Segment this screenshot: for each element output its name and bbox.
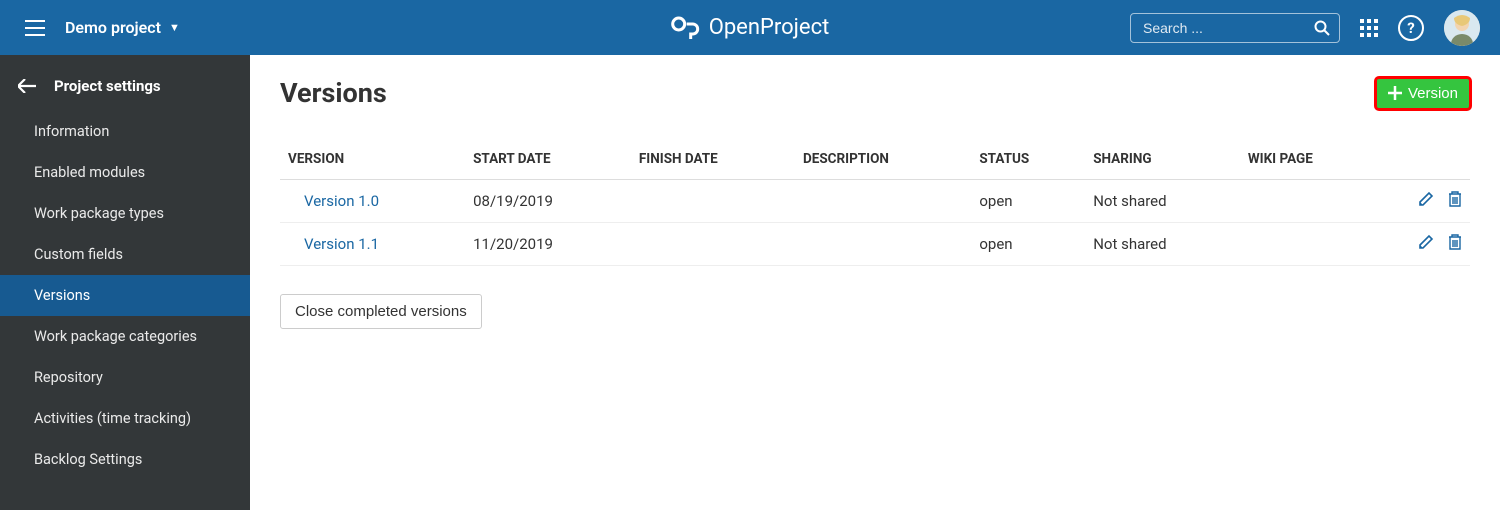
chevron-down-icon[interactable]: ▼ [169,21,180,34]
brand-logo[interactable]: OpenProject [671,15,830,41]
sidebar: Project settings InformationEnabled modu… [0,55,250,510]
edit-icon[interactable] [1418,234,1434,250]
table-row: Version 1.1 11/20/2019 openNot shared [280,223,1470,266]
cell-description [795,180,971,223]
sidebar-item-work-package-categories[interactable]: Work package categories [0,316,250,357]
sidebar-item-repository[interactable]: Repository [0,357,250,398]
cell-start-date: 08/19/2019 [465,180,631,223]
version-link[interactable]: Version 1.0 [288,192,379,210]
cell-finish-date [631,180,795,223]
add-version-button[interactable]: Version [1376,78,1470,109]
versions-table: VERSIONSTART DATEFINISH DATEDESCRIPTIONS… [280,139,1470,266]
table-row: Version 1.0 08/19/2019 openNot shared [280,180,1470,223]
edit-icon[interactable] [1418,191,1434,207]
cell-sharing: Not shared [1085,180,1240,223]
help-icon[interactable]: ? [1398,15,1424,41]
user-avatar[interactable] [1444,10,1480,46]
sidebar-item-versions[interactable]: Versions [0,275,250,316]
column-header[interactable]: STATUS [971,139,1085,180]
openproject-logo-icon [671,15,701,41]
main-content: Versions Version VERSIONSTART DATEFINISH… [250,55,1500,510]
page-title: Versions [280,77,387,109]
back-arrow-icon[interactable] [18,79,36,93]
search-box [1130,13,1340,43]
sidebar-item-work-package-types[interactable]: Work package types [0,193,250,234]
sidebar-item-activities-time-tracking-[interactable]: Activities (time tracking) [0,398,250,439]
cell-finish-date [631,223,795,266]
search-input[interactable] [1130,13,1340,43]
column-header[interactable]: WIKI PAGE [1240,139,1380,180]
brand-name: OpenProject [709,15,830,40]
column-header[interactable]: START DATE [465,139,631,180]
cell-status: open [971,180,1085,223]
column-header[interactable]: SHARING [1085,139,1240,180]
column-header-actions [1380,139,1470,180]
project-selector[interactable]: Demo project [65,18,161,37]
cell-wiki-page [1240,180,1380,223]
apps-grid-icon[interactable] [1360,19,1378,37]
top-navigation: Demo project ▼ OpenProject ? [0,0,1500,55]
plus-icon [1388,86,1402,100]
delete-icon[interactable] [1448,191,1462,207]
version-link[interactable]: Version 1.1 [288,235,379,253]
cell-start-date: 11/20/2019 [465,223,631,266]
sidebar-header[interactable]: Project settings [0,65,250,111]
cell-sharing: Not shared [1085,223,1240,266]
add-version-label: Version [1408,85,1458,102]
column-header[interactable]: DESCRIPTION [795,139,971,180]
sidebar-title: Project settings [54,77,161,95]
column-header[interactable]: FINISH DATE [631,139,795,180]
sidebar-item-enabled-modules[interactable]: Enabled modules [0,152,250,193]
cell-description [795,223,971,266]
sidebar-item-backlog-settings[interactable]: Backlog Settings [0,439,250,480]
close-completed-versions-button[interactable]: Close completed versions [280,294,482,329]
cell-status: open [971,223,1085,266]
cell-wiki-page [1240,223,1380,266]
sidebar-item-information[interactable]: Information [0,111,250,152]
column-header[interactable]: VERSION [280,139,465,180]
hamburger-menu-icon[interactable] [20,15,50,41]
delete-icon[interactable] [1448,234,1462,250]
sidebar-item-custom-fields[interactable]: Custom fields [0,234,250,275]
search-icon[interactable] [1314,20,1330,36]
